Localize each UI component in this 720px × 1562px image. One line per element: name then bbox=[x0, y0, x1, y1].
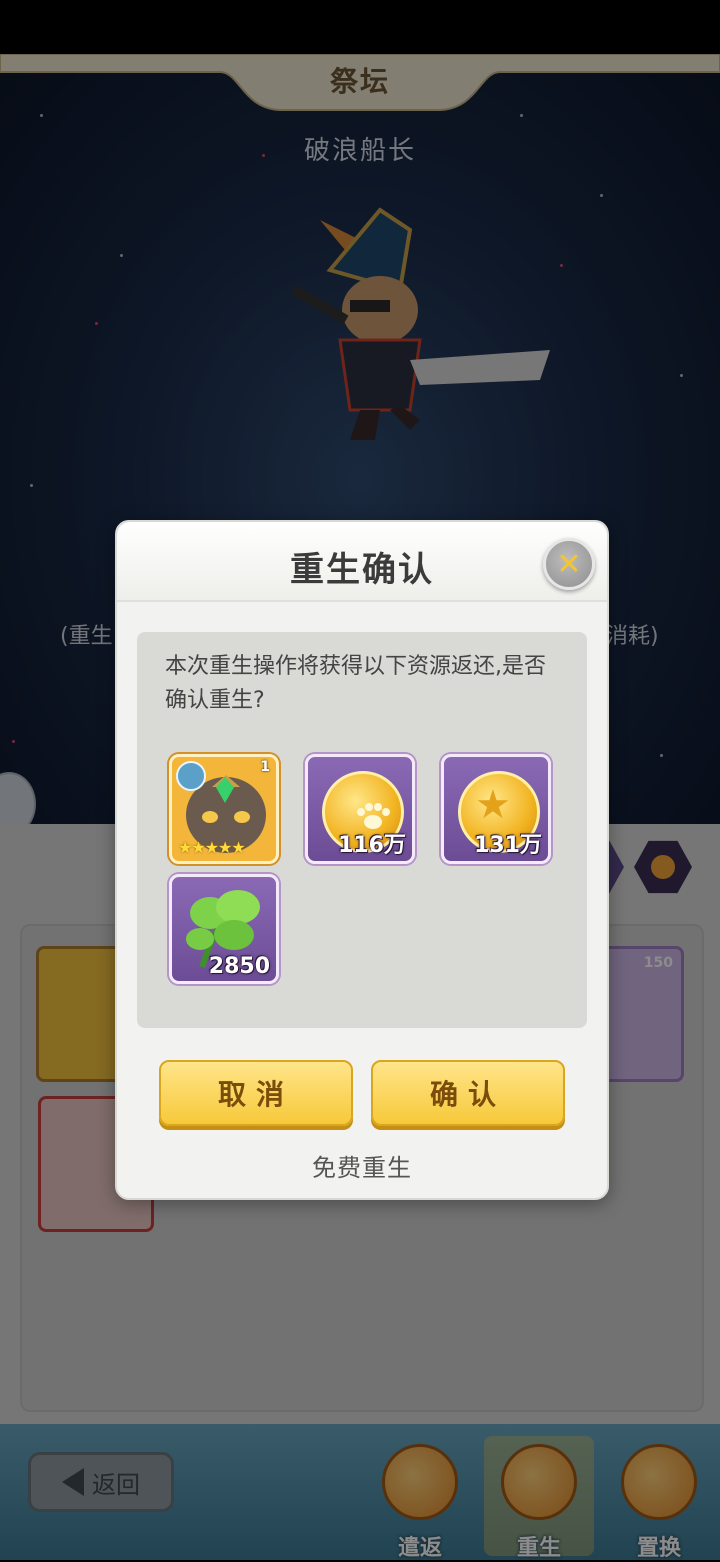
reward-quantity: 116万 bbox=[338, 833, 406, 858]
hero-level: 1 bbox=[260, 759, 270, 775]
water-element-icon bbox=[176, 761, 206, 791]
close-button[interactable]: ✕ bbox=[543, 538, 595, 590]
reward-herb[interactable]: 2850 bbox=[169, 874, 279, 984]
dialog-title: 重生确认 bbox=[290, 550, 434, 590]
confirm-button[interactable]: 确认 bbox=[371, 1060, 565, 1126]
rebirth-confirm-dialog: 重生确认 ✕ 本次重生操作将获得以下资源返还,是否确认重生? 1 ★★★★★ 1… bbox=[115, 520, 609, 1200]
star-icon: ★ bbox=[475, 782, 511, 828]
reward-quantity: 131万 bbox=[474, 833, 542, 858]
reward-quantity: 2850 bbox=[208, 954, 270, 979]
reward-coin[interactable]: 116万 bbox=[305, 754, 415, 864]
status-bar bbox=[0, 0, 720, 54]
hero-stars: ★★★★★ bbox=[178, 838, 246, 857]
cancel-button[interactable]: 取消 bbox=[159, 1060, 353, 1126]
dialog-message: 本次重生操作将获得以下资源返还,是否确认重生? bbox=[165, 654, 546, 713]
reward-hero[interactable]: 1 ★★★★★ bbox=[169, 754, 279, 864]
free-rebirth-text: 免费重生 bbox=[312, 1154, 412, 1182]
reward-star-orb[interactable]: ★ 131万 bbox=[441, 754, 551, 864]
close-icon: ✕ bbox=[556, 546, 582, 582]
dialog-body: 本次重生操作将获得以下资源返还,是否确认重生? 1 ★★★★★ 116万 ★ 1… bbox=[137, 632, 587, 1028]
